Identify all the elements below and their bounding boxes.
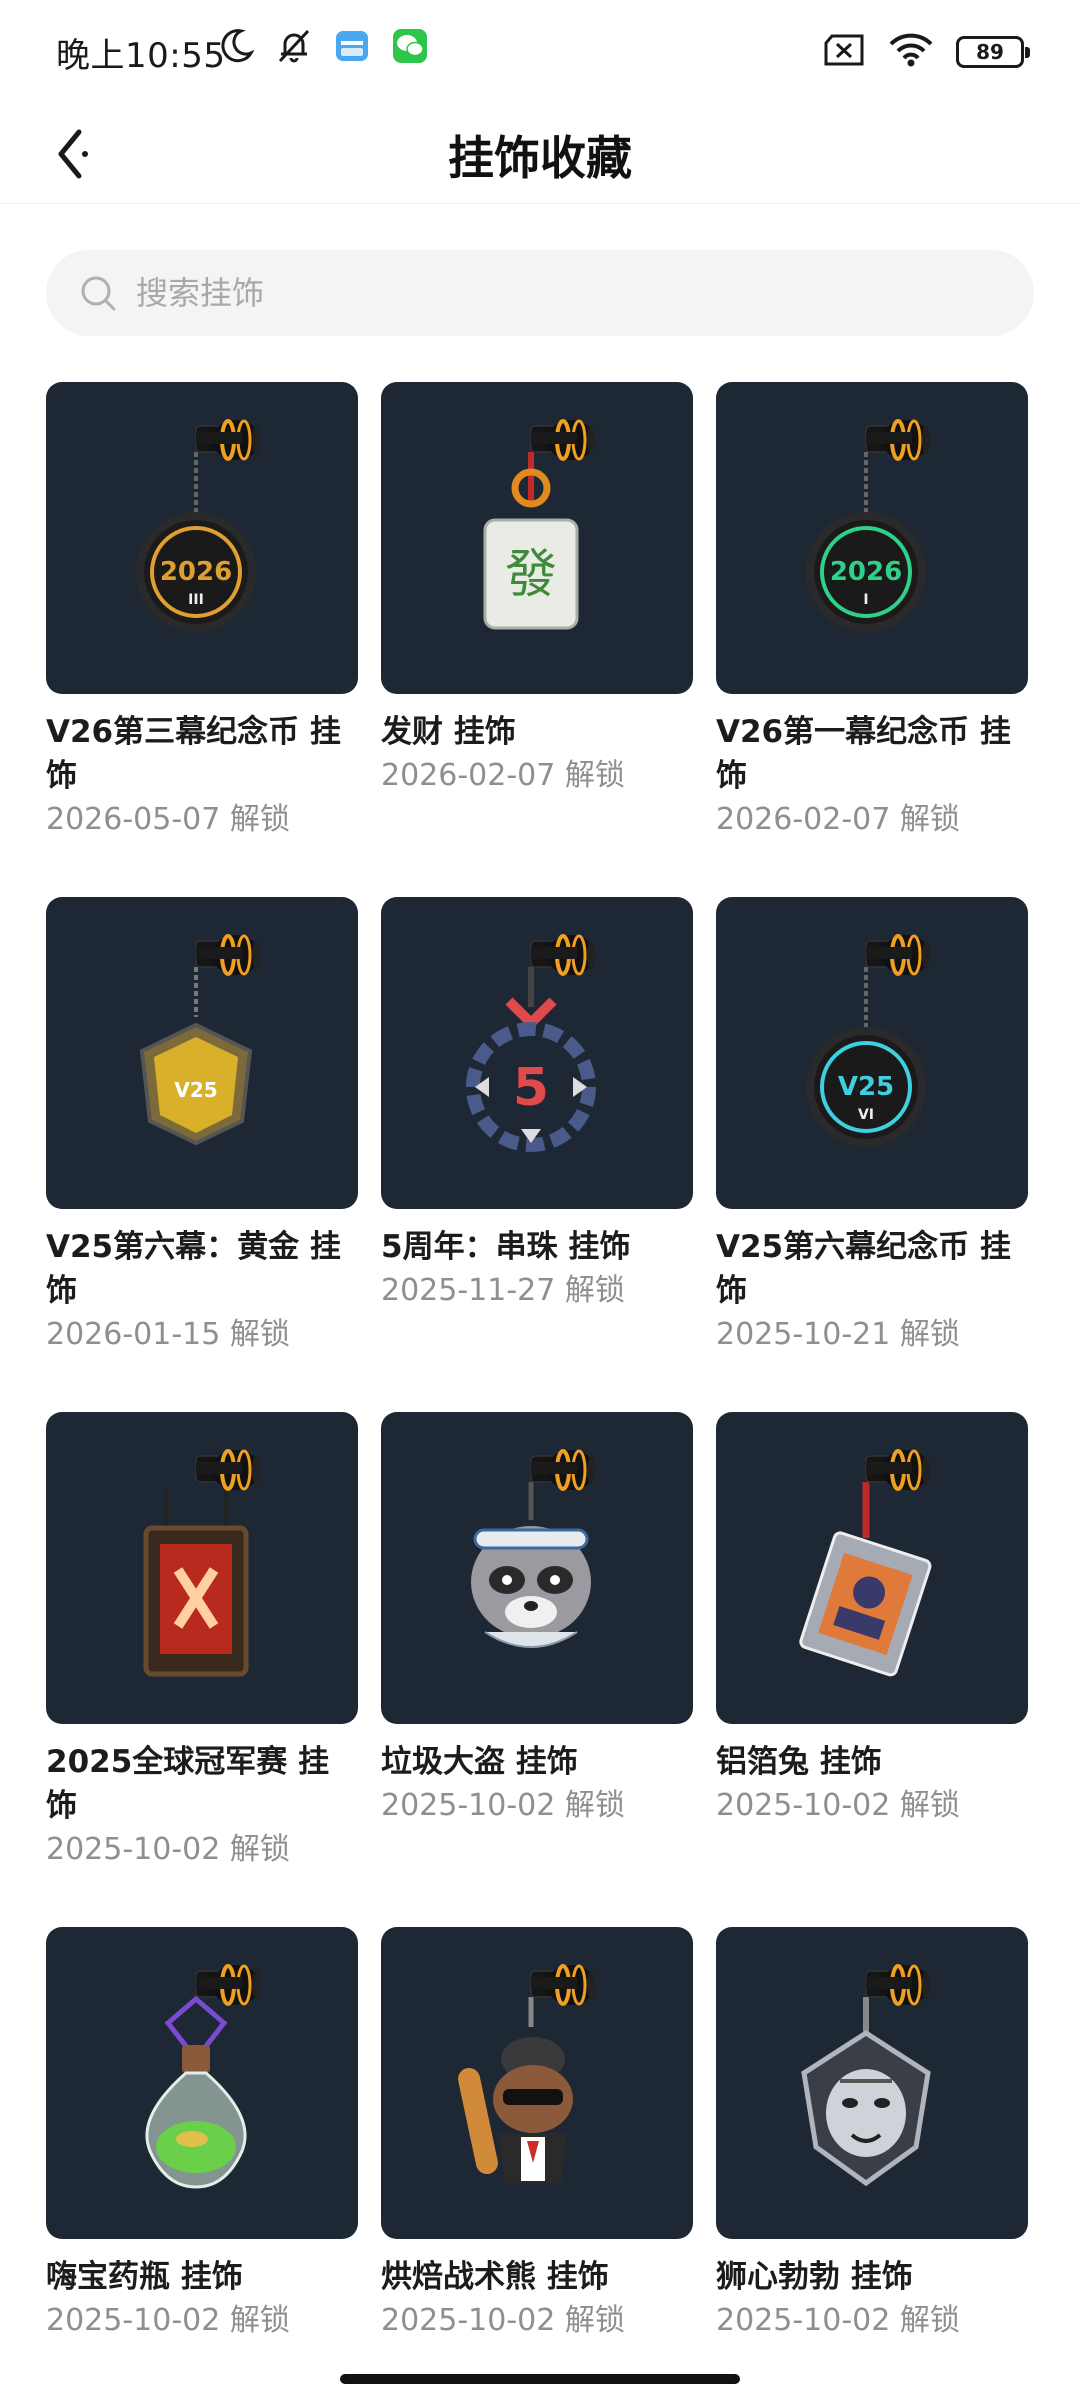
charm-name: V25第六幕：黄金 挂饰 <box>46 1229 341 1309</box>
status-time: 晚上10:55 <box>56 36 226 76</box>
svg-text:III: III <box>188 592 204 608</box>
bell-off-icon <box>274 26 314 66</box>
charm-card[interactable]: V25 V25第六幕：黄金 挂饰 2026-01-15 解锁 <box>46 897 358 1357</box>
charm-name: V26第三幕纪念币 挂饰 <box>46 714 341 794</box>
charm-name: 烘焙战术熊 挂饰 <box>381 2259 609 2295</box>
battery-icon: 89 <box>956 36 1030 68</box>
charm-card[interactable]: 铝箔兔 挂饰 2025-10-02 解锁 <box>716 1412 1028 1828</box>
charm-image[interactable] <box>716 1412 1028 1724</box>
charm-unlock-date: 2025-10-02 解锁 <box>381 2303 625 2338</box>
charm-unlock-date: 2026-05-07 解锁 <box>46 802 290 837</box>
status-system-icons: 89 <box>822 32 1030 72</box>
no-sim-icon <box>822 33 866 71</box>
charm-unlock-date: 2026-01-15 解锁 <box>46 1317 290 1352</box>
charm-card[interactable]: 2025全球冠军赛 挂饰 2025-10-02 解锁 <box>46 1412 358 1872</box>
charm-name: 铝箔兔 挂饰 <box>716 1744 882 1780</box>
battery-level: 89 <box>976 40 1004 64</box>
charm-name: 垃圾大盗 挂饰 <box>381 1744 578 1780</box>
charm-card[interactable]: 狮心勃勃 挂饰 2025-10-02 解锁 <box>716 1927 1028 2343</box>
charm-image[interactable] <box>716 1927 1028 2239</box>
charm-card[interactable]: 5 5周年：串珠 挂饰 2025-11-27 解锁 <box>381 897 693 1313</box>
charm-unlock-date: 2025-10-02 解锁 <box>716 2303 960 2338</box>
charm-card[interactable]: 2026 I V26第一幕纪念币 挂饰 2026-02-07 解锁 <box>716 382 1028 842</box>
svg-text:I: I <box>863 592 868 608</box>
charm-unlock-date: 2025-10-21 解锁 <box>716 1317 960 1352</box>
wifi-icon <box>888 32 934 72</box>
charm-name: V26第一幕纪念币 挂饰 <box>716 714 1011 794</box>
svg-text:發: 發 <box>505 545 557 605</box>
charm-unlock-date: 2025-10-02 解锁 <box>716 1788 960 1823</box>
charm-image[interactable]: 2026 III <box>46 382 358 694</box>
charm-image[interactable]: 5 <box>381 897 693 1209</box>
charm-card[interactable]: 發 发财 挂饰 2026-02-07 解锁 <box>381 382 693 798</box>
svg-text:V25: V25 <box>838 1072 894 1102</box>
search-icon <box>76 271 120 315</box>
svg-text:VI: VI <box>858 1107 874 1123</box>
moon-icon <box>216 26 256 66</box>
search-input[interactable] <box>136 274 996 312</box>
charm-unlock-date: 2026-02-07 解锁 <box>381 758 625 793</box>
charm-image[interactable]: 2026 I <box>716 382 1028 694</box>
status-bar: 晚上10:55 89 <box>0 0 1080 100</box>
svg-text:2026: 2026 <box>160 557 232 587</box>
charm-name: 5周年：串珠 挂饰 <box>381 1229 631 1265</box>
home-indicator[interactable] <box>340 2374 740 2384</box>
charm-unlock-date: 2025-11-27 解锁 <box>381 1273 625 1308</box>
charm-image[interactable] <box>46 1412 358 1724</box>
charm-unlock-date: 2025-10-02 解锁 <box>46 2303 290 2338</box>
charm-unlock-date: 2026-02-07 解锁 <box>716 802 960 837</box>
charm-image[interactable] <box>381 1412 693 1724</box>
svg-text:5: 5 <box>513 1058 549 1118</box>
wechat-icon <box>390 26 430 66</box>
card-app-icon <box>332 26 372 66</box>
svg-text:2026: 2026 <box>830 557 902 587</box>
svg-text:V25: V25 <box>174 1078 217 1102</box>
charm-name: 发财 挂饰 <box>381 714 516 750</box>
charm-name: V25第六幕纪念币 挂饰 <box>716 1229 1011 1309</box>
charm-image[interactable]: V25 <box>46 897 358 1209</box>
app-header: 挂饰收藏 <box>0 100 1080 204</box>
search-bar[interactable] <box>46 250 1034 336</box>
charm-image[interactable] <box>46 1927 358 2239</box>
charm-card[interactable]: 烘焙战术熊 挂饰 2025-10-02 解锁 <box>381 1927 693 2343</box>
charm-image[interactable]: 發 <box>381 382 693 694</box>
charm-name: 2025全球冠军赛 挂饰 <box>46 1744 330 1824</box>
charm-image[interactable] <box>381 1927 693 2239</box>
charm-name: 嗨宝药瓶 挂饰 <box>46 2259 243 2295</box>
page-title: 挂饰收藏 <box>448 131 632 185</box>
charm-unlock-date: 2025-10-02 解锁 <box>381 1788 625 1823</box>
charm-image[interactable]: V25 VI <box>716 897 1028 1209</box>
charm-card[interactable]: 垃圾大盗 挂饰 2025-10-02 解锁 <box>381 1412 693 1828</box>
charm-card[interactable]: V25 VI V25第六幕纪念币 挂饰 2025-10-21 解锁 <box>716 897 1028 1357</box>
charm-unlock-date: 2025-10-02 解锁 <box>46 1832 290 1867</box>
status-notification-icons <box>216 26 430 66</box>
charm-card[interactable]: 2026 III V26第三幕纪念币 挂饰 2026-05-07 解锁 <box>46 382 358 842</box>
charm-card[interactable]: 嗨宝药瓶 挂饰 2025-10-02 解锁 <box>46 1927 358 2343</box>
charm-name: 狮心勃勃 挂饰 <box>716 2259 913 2295</box>
